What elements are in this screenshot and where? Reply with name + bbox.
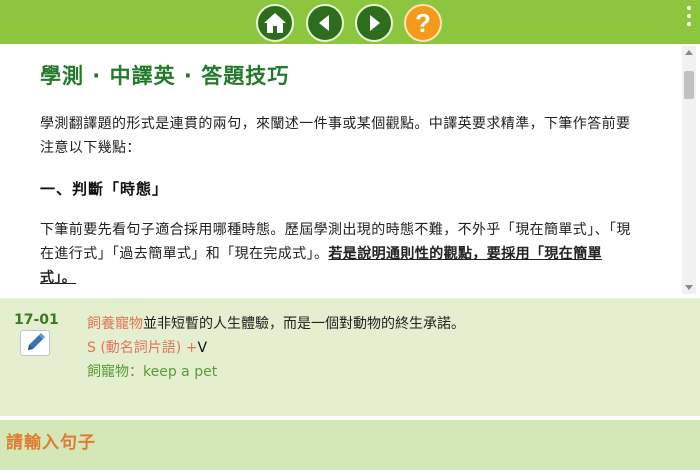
pencil-glyph [28,333,45,350]
input-prompt-label: 請輸入句子 [6,433,96,453]
article-title: 學測 · 中譯英 · 答題技巧 [40,64,290,88]
vocab-gloss: 飼寵物：keep a pet [87,364,218,380]
scroll-down-arrow-icon[interactable] [685,285,693,290]
sentence-number: 17-01 [14,312,59,328]
pattern-verb: V [197,340,208,356]
sentence-pattern: S (動名詞片語) +V [87,338,207,358]
help-button[interactable]: ? [404,4,442,42]
sentence-rest: 並非短暫的人生體驗，而是一個對動物的終生承諾。 [143,316,465,332]
chinese-sentence: 飼養寵物並非短暫的人生體驗，而是一個對動物的終生承諾。 [87,314,465,334]
article-scrollbar[interactable] [682,46,696,294]
scroll-thumb[interactable] [684,71,694,99]
home-icon [264,13,286,33]
intro-paragraph: 學測翻譯題的形式是連貫的兩句，來闡述一件事或某個觀點。中譯英要求精準，下筆作答前… [40,116,631,156]
section-heading: 一、判斷「時態」 [40,180,169,198]
home-button[interactable] [256,4,294,42]
help-label: ? [415,8,431,38]
article-panel: 學測 · 中譯英 · 答題技巧 學測翻譯題的形式是連貫的兩句，來闡述一件事或某個… [0,44,700,298]
pencil-edit-icon[interactable] [20,330,50,356]
kebab-menu-icon[interactable] [686,6,692,26]
highlight-phrase: 飼養寵物 [87,316,143,332]
sentence-input-area[interactable]: 請輸入句子 [0,420,700,470]
next-button[interactable] [355,4,393,42]
sentence-panel: 17-01 飼養寵物並非短暫的人生體驗，而是一個對動物的終生承諾。 S (動名詞… [0,298,700,416]
arrow-left-icon [319,15,329,31]
scroll-up-arrow-icon[interactable] [685,50,693,55]
previous-button[interactable] [306,4,344,42]
top-toolbar: ? [0,0,700,44]
pattern-prefix: S (動名詞片語) + [87,340,198,356]
section-paragraph: 下筆前要先看句子適合採用哪種時態。歷屆學測出現的時態不難，不外乎「現在簡單式」、… [40,218,634,290]
arrow-right-icon [370,15,380,31]
